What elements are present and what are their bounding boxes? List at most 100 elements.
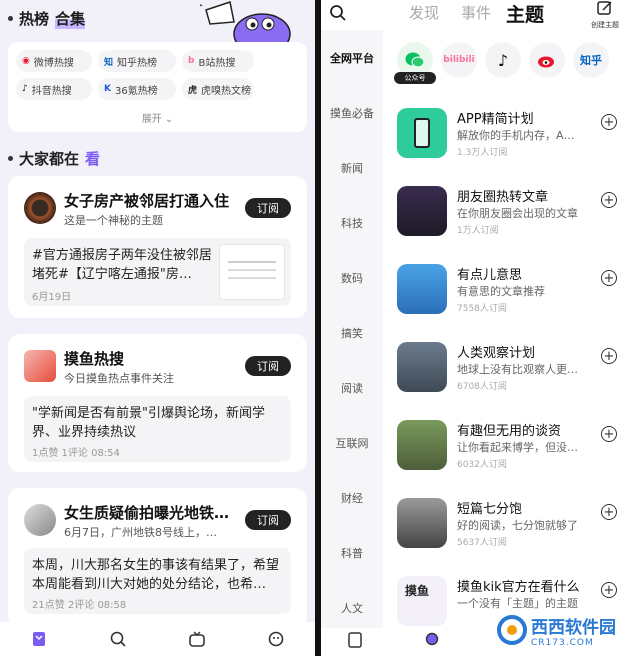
chip-douyin[interactable]: ♪ 抖音热搜 xyxy=(16,78,92,100)
card-post[interactable]: 本周，川大那名女生的事该有结果了，希望本周能看到川大对她的处分结论，也希… 21… xyxy=(24,548,291,614)
subscribe-button[interactable]: 订阅 xyxy=(245,356,291,376)
topic-card[interactable]: 摸鱼热搜 今日摸鱼热点事件关注 订阅 "学新闻是否有前景"引爆舆论场，新闻学界、… xyxy=(8,334,307,472)
weibo-icon: ◉ xyxy=(22,56,30,66)
topic-item[interactable]: APP精简计划 解放你的手机内存，A… 1.3万人订阅 + xyxy=(397,108,617,174)
subscribe-button[interactable]: 订阅 xyxy=(245,198,291,218)
avatar xyxy=(24,350,56,382)
plus-icon: + xyxy=(603,114,615,130)
sidebar-item-digital[interactable]: 数码 xyxy=(321,270,383,286)
topic-thumbnail xyxy=(397,498,447,548)
weibo-icon xyxy=(538,56,554,68)
sidebar-item-moyu[interactable]: 摸鱼必备 xyxy=(321,105,383,121)
topic-desc: 一个没有「主题」的主题 xyxy=(457,597,578,610)
search-icon[interactable] xyxy=(329,4,347,22)
topic-item[interactable]: 人类观察计划 地球上没有比观察人更… 6708人订阅 + xyxy=(397,342,617,408)
topic-item[interactable]: 短篇七分饱 好的阅读，七分饱就够了 5637人订阅 + xyxy=(397,498,617,564)
topic-title: 短篇七分饱 xyxy=(457,502,523,517)
post-text: 本周，川大那名女生的事该有结果了，希望本周能看到川大对她的处分结论，也希… xyxy=(32,558,280,592)
hot-chip-grid: ◉ 微博热搜 知知乎热榜 b B站热搜 ♪ 抖音热搜 K 36氪热榜 虎虎嗅热文榜 xyxy=(16,50,254,100)
platform-zhihu[interactable]: 知乎 xyxy=(573,42,609,78)
nav-tv-button[interactable] xyxy=(187,629,207,649)
post-meta: 1点赞 1评论 08:54 xyxy=(32,448,120,459)
douyin-icon: ♪ xyxy=(22,84,28,94)
sidebar-item-internet[interactable]: 互联网 xyxy=(321,435,383,451)
tab-topics[interactable]: 主题 xyxy=(506,0,544,27)
chip-huxiu[interactable]: 虎虎嗅热文榜 xyxy=(182,78,254,100)
plus-icon: + xyxy=(603,426,615,442)
post-thumbnail xyxy=(219,244,285,300)
platform-douyin[interactable]: ♪ xyxy=(485,42,521,78)
bilibili-icon: b xyxy=(188,56,195,66)
top-bar: 发现 事件 主题 创建主题 xyxy=(321,0,624,30)
add-topic-button[interactable]: + xyxy=(601,582,617,598)
expand-button[interactable]: 展开 ⌄ xyxy=(8,110,307,125)
avatar xyxy=(24,504,56,536)
avatar xyxy=(24,192,56,224)
wechat-icon xyxy=(405,52,425,68)
add-topic-button[interactable]: + xyxy=(601,192,617,208)
nav-discover-button[interactable] xyxy=(108,629,128,649)
topic-thumbnail xyxy=(397,420,447,470)
platform-wechat[interactable]: 公众号 xyxy=(394,42,436,84)
plus-icon: + xyxy=(603,192,615,208)
topic-title: 有点儿意思 xyxy=(457,268,523,283)
post-text: "学新闻是否有前景"引爆舆论场，新闻学界、业界持续热议 xyxy=(32,406,265,440)
add-topic-button[interactable]: + xyxy=(601,504,617,520)
chip-zhihu[interactable]: 知知乎热榜 xyxy=(98,50,176,72)
sidebar-item-humanities[interactable]: 人文 xyxy=(321,600,383,616)
topic-card[interactable]: 女子房产被邻居打通入住 这是一个神秘的主题 订阅 #官方通报房子两年没住被邻居堵… xyxy=(8,176,307,318)
nav-profile-button[interactable] xyxy=(266,629,286,649)
add-topic-button[interactable]: + xyxy=(601,114,617,130)
sidebar-item-finance[interactable]: 财经 xyxy=(321,490,383,506)
sidebar-item-tech[interactable]: 科技 xyxy=(321,215,383,231)
bilibili-icon: bilibili xyxy=(443,55,475,65)
plus-icon: + xyxy=(603,348,615,364)
post-meta: 21点赞 2评论 08:58 xyxy=(32,600,127,611)
add-topic-button[interactable]: + xyxy=(601,426,617,442)
chip-bilibili[interactable]: b B站热搜 xyxy=(182,50,254,72)
add-topic-button[interactable]: + xyxy=(601,348,617,364)
hot-lists-panel: ◉ 微博热搜 知知乎热榜 b B站热搜 ♪ 抖音热搜 K 36氪热榜 虎虎嗅热文榜 展开… xyxy=(8,42,307,132)
chip-weibo[interactable]: ◉ 微博热搜 xyxy=(16,50,92,72)
sidebar-item-reading[interactable]: 阅读 xyxy=(321,380,383,396)
plus-icon: + xyxy=(603,504,615,520)
card-post[interactable]: "学新闻是否有前景"引爆舆论场，新闻学界、业界持续热议 1点赞 1评论 08:5… xyxy=(24,396,291,462)
post-text: #官方通报房子两年没住被邻居堵死#【辽宁喀左通报"房… xyxy=(32,248,212,282)
bookmark-icon xyxy=(33,632,46,646)
watermark-logo-icon xyxy=(497,615,527,645)
platform-weibo[interactable] xyxy=(529,42,565,78)
sidebar-item-all-platforms[interactable]: 全网平台 xyxy=(321,50,383,66)
card-post[interactable]: #官方通报房子两年没住被邻居堵死#【辽宁喀左通报"房… 6月19日 xyxy=(24,238,291,306)
topic-item[interactable]: 有趣但无用的谈资 让你看起来博学，但没… 6032人订阅 + xyxy=(397,420,617,486)
chip-36kr[interactable]: K 36氪热榜 xyxy=(98,78,176,100)
card-subtitle: 这是一个神秘的主题 xyxy=(64,214,163,227)
subscribe-button[interactable]: 订阅 xyxy=(245,510,291,530)
plus-icon: + xyxy=(603,582,615,598)
edit-icon xyxy=(597,1,612,15)
add-topic-button[interactable]: + xyxy=(601,270,617,286)
sidebar-item-science[interactable]: 科普 xyxy=(321,545,383,561)
create-topic-button[interactable]: 创建主题 xyxy=(590,0,620,30)
tv-icon xyxy=(189,631,205,647)
topic-count: 1万人订阅 xyxy=(457,226,499,236)
nav-hot-button[interactable] xyxy=(29,629,49,649)
tab-discover[interactable]: 发现 xyxy=(409,2,439,23)
tab-events[interactable]: 事件 xyxy=(461,2,491,23)
topic-count: 7558人订阅 xyxy=(457,304,507,314)
zhihu-icon: 知 xyxy=(104,57,114,68)
platform-bilibili[interactable]: bilibili xyxy=(441,42,477,78)
card-title: 女生质疑偷拍曝光地铁… xyxy=(64,504,230,522)
topic-item[interactable]: 有点儿意思 有意思的文章推荐 7558人订阅 + xyxy=(397,264,617,330)
topic-count: 5637人订阅 xyxy=(457,538,507,548)
card-subtitle: 今日摸鱼热点事件关注 xyxy=(64,372,174,385)
topic-card[interactable]: 女生质疑偷拍曝光地铁… 6月7日，广州地铁8号线上，… 订阅 本周，川大那名女生… xyxy=(8,488,307,628)
sidebar-item-funny[interactable]: 搞笑 xyxy=(321,325,383,341)
topic-item[interactable]: 朋友圈热转文章 在你朋友圈会出现的文章 1万人订阅 + xyxy=(397,186,617,252)
topic-title: 摸鱼kik官方在看什么 xyxy=(457,580,580,595)
sidebar-item-news[interactable]: 新闻 xyxy=(321,160,383,176)
profile-icon xyxy=(268,631,283,647)
bookmark-icon[interactable] xyxy=(347,632,363,648)
search-icon[interactable] xyxy=(425,632,441,648)
card-subtitle: 6月7日，广州地铁8号线上，… xyxy=(64,526,217,539)
topic-desc: 让你看起来博学，但没… xyxy=(457,441,578,454)
